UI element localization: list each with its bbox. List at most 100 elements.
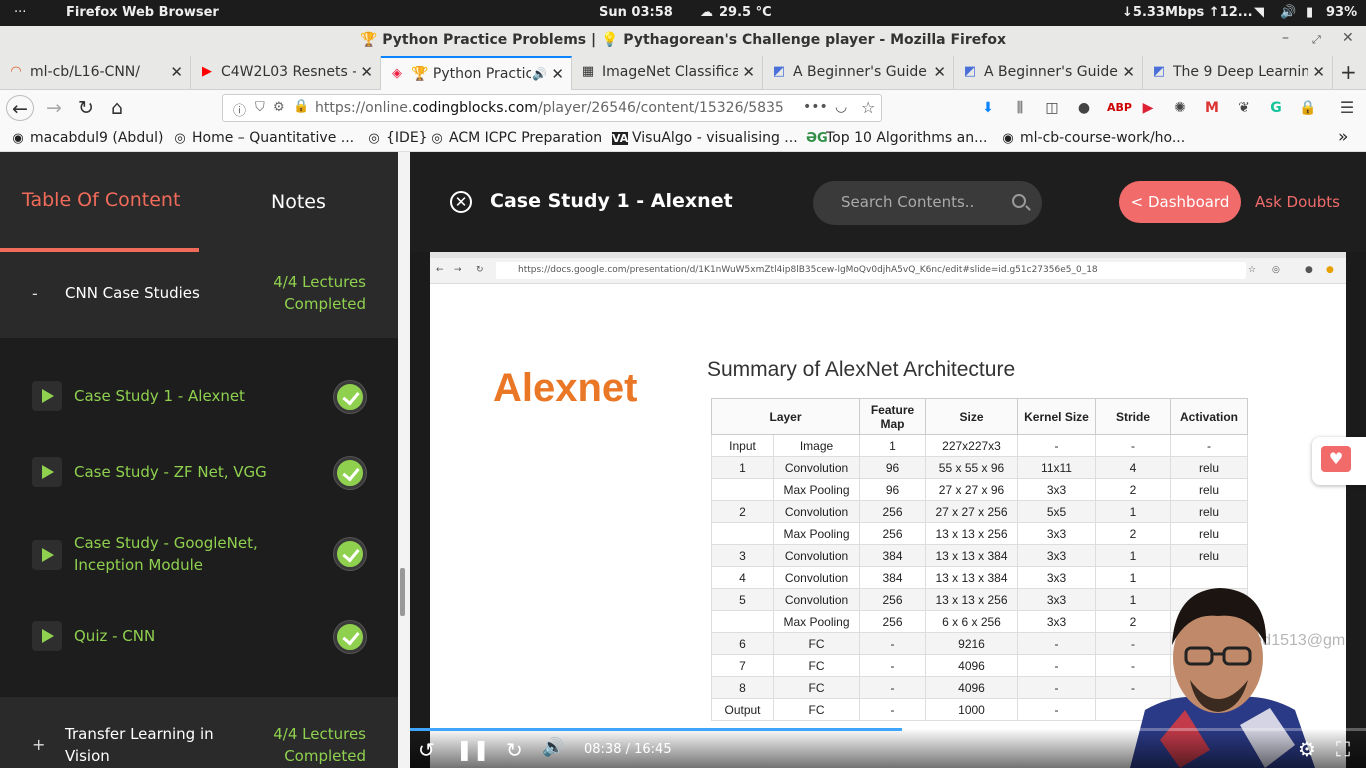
rewind-10-icon[interactable]: ↺ [418, 738, 435, 762]
url-bar[interactable]: ⓘ ⛉ ⚙ 🔒 https://online.codingblocks.com/… [222, 94, 882, 122]
tab-imagenet[interactable]: ▦ ImageNet Classifica ✕ [572, 56, 763, 90]
bookmark-item[interactable]: VA VisuAlgo - visualising ... [612, 130, 798, 146]
lecture-item[interactable]: Case Study - GoogleNet, Inception Module [32, 532, 372, 578]
bookmark-star-icon[interactable]: ☆ [861, 98, 875, 117]
close-window-icon[interactable]: ✕ [1342, 30, 1354, 46]
grammarly-icon[interactable]: G [1267, 99, 1285, 117]
seek-bar[interactable] [410, 728, 1366, 731]
home-icon[interactable]: ⌂ [103, 95, 131, 121]
reload-icon[interactable]: ↻ [72, 95, 100, 121]
section-cnn-case-studies[interactable]: - CNN Case Studies 4/4 Lectures Complete… [0, 252, 398, 338]
table-cell: Convolution [773, 588, 860, 611]
lock-extension-icon[interactable]: 🔒 [1299, 99, 1317, 117]
search-icon[interactable] [1012, 194, 1026, 208]
tab-beginners-guide-2[interactable]: ◩ A Beginner's Guide ✕ [954, 56, 1143, 90]
dashboard-button[interactable]: < Dashboard [1119, 181, 1241, 223]
lecture-item[interactable]: Case Study 1 - Alexnet [32, 381, 372, 415]
weather-temp[interactable]: 29.5 °C [719, 5, 772, 20]
hamburger-menu-icon[interactable]: ☰ [1338, 99, 1356, 117]
lecture-title: Case Study 1 - Alexnet [490, 190, 733, 212]
account-icon[interactable]: ● [1075, 99, 1093, 117]
table-cell: Convolution [773, 456, 860, 479]
tab-notes[interactable]: Notes [199, 152, 398, 252]
gmail-icon[interactable]: M [1203, 99, 1221, 117]
permissions-icon[interactable]: ⚙ [273, 100, 285, 115]
settings-gear-icon[interactable]: ⚙ [1298, 737, 1316, 761]
back-icon[interactable]: ← [6, 95, 34, 121]
close-icon[interactable]: ✕ [450, 191, 472, 213]
table-cell: 13 x 13 x 384 [925, 566, 1018, 589]
tab-ml-cb[interactable]: ◠ ml-cb/L16-CNN/ ✕ [0, 56, 191, 90]
download-icon[interactable]: ⬇ [979, 99, 997, 117]
close-tab-icon[interactable]: ✕ [551, 65, 564, 83]
ask-doubts-link[interactable]: Ask Doubts [1255, 193, 1340, 211]
tab-beginners-guide-1[interactable]: ◩ A Beginner's Guide ✕ [763, 56, 954, 90]
close-tab-icon[interactable]: ✕ [170, 63, 183, 81]
collapse-icon[interactable]: - [32, 284, 38, 303]
volume-icon[interactable]: 🔊 [1280, 5, 1296, 20]
wifi-icon[interactable]: ◥ [1254, 5, 1264, 20]
lock-icon[interactable]: 🔒 [293, 99, 309, 114]
close-tab-icon[interactable]: ✕ [360, 63, 373, 81]
play-icon [32, 540, 62, 570]
completed-check-icon [334, 621, 366, 653]
battery-icon[interactable]: ▮ [1306, 5, 1313, 20]
volume-icon[interactable]: 🔊 [542, 737, 564, 758]
clock[interactable]: Sun 03:58 [599, 5, 673, 20]
sidebar-scrollbar[interactable] [400, 568, 405, 616]
adblock-icon[interactable]: ABP [1107, 99, 1132, 117]
table-cell: 55 x 55 x 96 [925, 456, 1018, 479]
table-cell: 4 [1095, 456, 1171, 479]
table-cell: 1 [859, 434, 926, 457]
recorded-forward-icon: → [454, 265, 462, 275]
tab-youtube[interactable]: ▶ C4W2L03 Resnets - ✕ [191, 56, 381, 90]
restore-icon[interactable]: ⤢ [1312, 33, 1321, 47]
page-icon: ◩ [963, 64, 977, 79]
tab-table-of-content[interactable]: Table Of Content [0, 152, 199, 252]
bookmark-item[interactable]: ƏGTop 10 Algorithms an... [806, 130, 987, 146]
app-name[interactable]: Firefox Web Browser [66, 5, 219, 20]
tracking-shield-icon[interactable]: ⛉ [255, 100, 265, 115]
bookmark-item[interactable]: ◎ ACM ICPC Preparation [429, 130, 602, 146]
video-downloader-icon[interactable]: ▶ [1139, 99, 1157, 117]
page-actions-icon[interactable]: ••• [803, 99, 828, 115]
close-tab-icon[interactable]: ✕ [1312, 63, 1325, 81]
activities-menu[interactable]: ··· [14, 5, 26, 20]
pause-icon[interactable]: ❚❚ [456, 737, 490, 761]
pocket-icon[interactable]: ◡ [835, 99, 847, 115]
lecture-item[interactable]: Case Study - ZF Net, VGG [32, 457, 372, 491]
forward-icon[interactable]: → [40, 95, 68, 121]
bookmark-item[interactable]: ◎ {IDE} [366, 130, 427, 146]
search-input[interactable] [841, 193, 1001, 211]
search-box[interactable] [813, 181, 1042, 225]
bookmark-item[interactable]: ◉ ml-cb-course-work/ho... [1000, 130, 1185, 146]
close-tab-icon[interactable]: ✕ [933, 63, 946, 81]
new-tab-icon[interactable]: + [1340, 60, 1357, 84]
lecture-item[interactable]: Quiz - CNN [32, 621, 372, 655]
tab-deep-learning[interactable]: ◩ The 9 Deep Learning ✕ [1143, 56, 1333, 90]
tab-python-practice[interactable]: ◈ 🏆 Python Practic 🔊 ✕ [381, 56, 572, 90]
table-cell: 3x3 [1017, 566, 1096, 589]
expand-icon[interactable]: + [32, 735, 45, 754]
forward-10-icon[interactable]: ↻ [506, 738, 523, 762]
audio-playing-icon[interactable]: 🔊 [532, 67, 547, 81]
table-cell: 96 [859, 478, 926, 501]
extension-gear-icon[interactable]: ✺ [1171, 99, 1189, 117]
info-icon[interactable]: ⓘ [233, 100, 246, 119]
close-tab-icon[interactable]: ✕ [742, 63, 755, 81]
bookmark-item[interactable]: ◎ Home – Quantitative ... [172, 130, 354, 146]
sidebar-toggle-icon[interactable]: ◫ [1043, 99, 1061, 117]
close-tab-icon[interactable]: ✕ [1122, 63, 1135, 81]
wishlist-heart-button[interactable]: ♥ [1312, 437, 1366, 485]
section-transfer-learning[interactable]: + Transfer Learning in Vision 4/4 Lectur… [0, 697, 398, 768]
table-cell: FC [773, 676, 860, 699]
more-bookmarks-icon[interactable]: » [1338, 127, 1348, 147]
library-icon[interactable]: ⫼ [1011, 99, 1029, 117]
bookmark-item[interactable]: ◉ macabdul9 (Abdul) [10, 130, 163, 146]
network-speed[interactable]: ↓5.33Mbps ↑12... [1122, 5, 1253, 20]
extension-paw-icon[interactable]: ❦ [1235, 99, 1253, 117]
video-frame[interactable]: ← → ↻ https://docs.google.com/presentati… [430, 252, 1346, 768]
fullscreen-icon[interactable]: ⛶ [1336, 737, 1350, 761]
heart-icon: ♥ [1321, 446, 1351, 472]
minimize-icon[interactable]: – [1282, 30, 1289, 46]
